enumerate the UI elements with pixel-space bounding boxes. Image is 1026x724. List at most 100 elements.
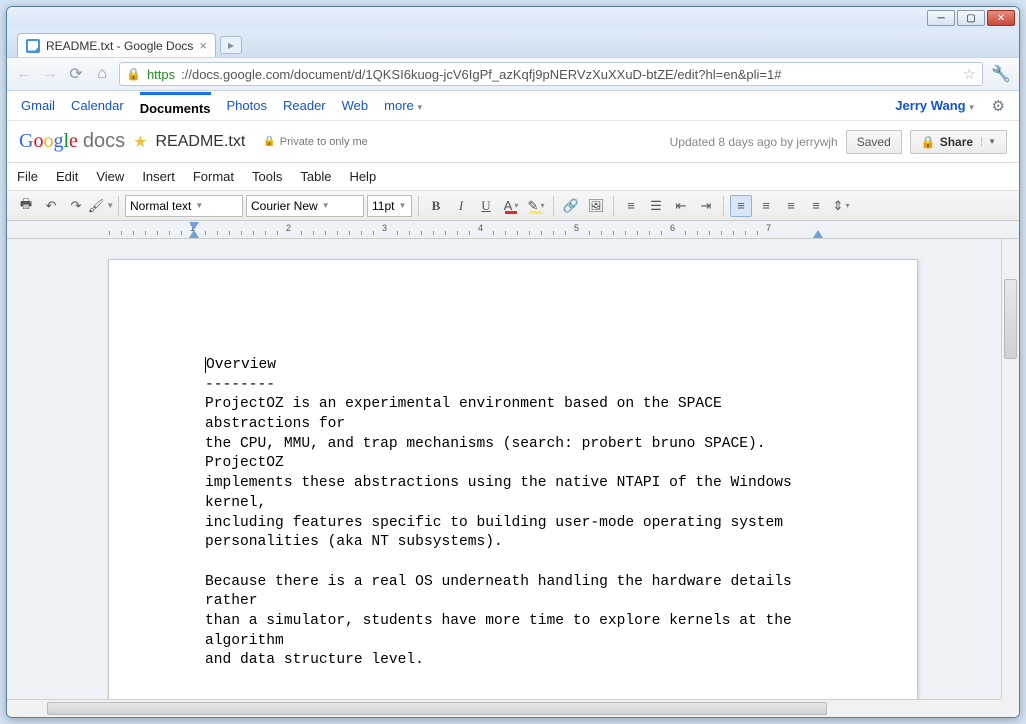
menu-bar: File Edit View Insert Format Tools Table… [7,163,1019,191]
numbered-list-button[interactable]: ≡ [620,195,642,217]
app-window: ─ ▢ ✕ README.txt - Google Docs × ▸ ← → ⟳… [6,6,1020,718]
minimize-button[interactable]: ─ [927,10,955,26]
underline-button[interactable]: U [475,195,497,217]
share-button[interactable]: 🔒 Share ▼ [910,130,1007,154]
gbar-link-documents[interactable]: Documents [140,92,211,116]
ruler-number: 6 [670,223,675,233]
decrease-indent-button[interactable]: ⇤ [670,195,692,217]
forward-button[interactable]: → [41,65,59,83]
increase-indent-button[interactable]: ⇥ [695,195,717,217]
menu-edit[interactable]: Edit [56,169,78,184]
ruler-number: 4 [478,223,483,233]
window-titlebar: ─ ▢ ✕ [7,7,1019,29]
menu-file[interactable]: File [17,169,38,184]
user-menu[interactable]: Jerry Wang▼ [895,98,975,113]
menu-help[interactable]: Help [349,169,376,184]
vertical-scrollbar[interactable] [1001,239,1019,699]
insert-image-button[interactable]: 🖼 [585,195,607,217]
align-justify-button[interactable]: ≡ [805,195,827,217]
tab-close-icon[interactable]: × [199,38,207,53]
redo-button[interactable]: ↷ [65,195,87,217]
document-text[interactable]: Overview -------- ProjectOZ is an experi… [205,356,821,671]
browser-tabstrip: README.txt - Google Docs × ▸ [7,29,1019,57]
lock-icon: 🔒 [921,135,936,149]
url-text: ://docs.google.com/document/d/1QKSI6kuog… [181,67,956,82]
document-title[interactable]: README.txt [156,133,246,151]
browser-toolbar: ← → ⟳ ⌂ 🔒 https ://docs.google.com/docum… [7,57,1019,91]
settings-gear-icon[interactable]: ⚙ [992,97,1005,115]
new-tab-button[interactable]: ▸ [220,36,242,54]
print-button[interactable]: 🖶 [15,195,37,217]
menu-insert[interactable]: Insert [142,169,175,184]
google-docs-logo[interactable]: Google docs [19,130,125,153]
chevron-down-icon: ▼ [322,201,330,210]
saved-button[interactable]: Saved [846,130,902,154]
chevron-down-icon: ▼ [398,201,406,210]
chevron-down-icon: ▾ [845,201,849,210]
tab-title: README.txt - Google Docs [46,39,193,53]
text-color-button[interactable]: A▾ [500,195,522,217]
format-toolbar: 🖶 ↶ ↷ 🖌▼ Normal text▼ Courier New▼ 11pt▼… [7,191,1019,221]
gbar-link-reader[interactable]: Reader [283,98,326,113]
ruler-number: 5 [574,223,579,233]
undo-button[interactable]: ↶ [40,195,62,217]
horizontal-scrollbar[interactable] [7,699,1001,717]
italic-button[interactable]: I [450,195,472,217]
ruler[interactable]: 1234567 [7,221,1019,239]
maximize-button[interactable]: ▢ [957,10,985,26]
address-bar[interactable]: 🔒 https ://docs.google.com/document/d/1Q… [119,62,983,86]
right-indent-marker[interactable] [813,230,823,238]
paragraph-style-select[interactable]: Normal text▼ [125,195,243,217]
wrench-menu-icon[interactable]: 🔧 [991,64,1011,84]
align-center-button[interactable]: ≡ [755,195,777,217]
bulleted-list-button[interactable]: ☰ [645,195,667,217]
chevron-down-icon: ▾ [540,201,544,210]
menu-table[interactable]: Table [300,169,331,184]
chevron-down-icon: ▼ [416,103,424,112]
menu-view[interactable]: View [96,169,124,184]
document-header: Google docs ★ README.txt 🔒 Private to on… [7,121,1019,163]
highlight-button[interactable]: ✎▾ [525,195,547,217]
chevron-down-icon: ▾ [514,201,518,210]
scrollbar-thumb[interactable] [47,702,827,715]
ruler-number: 2 [286,223,291,233]
align-left-button[interactable]: ≡ [730,195,752,217]
insert-link-button[interactable]: 🔗 [560,195,582,217]
back-button[interactable]: ← [15,65,33,83]
document-viewport: Overview -------- ProjectOZ is an experi… [7,239,1019,717]
bold-button[interactable]: B [425,195,447,217]
document-area[interactable]: Overview -------- ProjectOZ is an experi… [7,239,1019,717]
home-button[interactable]: ⌂ [93,65,111,83]
bookmark-star-icon[interactable]: ☆ [963,65,976,83]
close-button[interactable]: ✕ [987,10,1015,26]
reload-button[interactable]: ⟳ [67,64,85,84]
url-scheme: https [147,67,175,82]
gbar-link-web[interactable]: Web [342,98,369,113]
paint-format-button[interactable]: 🖌▼ [90,195,112,217]
doc-icon [26,39,40,53]
gbar-more[interactable]: more▼ [384,98,424,113]
chevron-down-icon: ▼ [968,103,976,112]
ruler-number: 3 [382,223,387,233]
chevron-down-icon: ▼ [106,201,114,210]
last-updated-text: Updated 8 days ago by jerrywjh [670,135,838,149]
chevron-down-icon[interactable]: ▼ [981,137,996,146]
line-spacing-button[interactable]: ⇕▾ [830,195,852,217]
chevron-down-icon: ▼ [195,201,203,210]
gbar-link-calendar[interactable]: Calendar [71,98,124,113]
lock-icon: 🔒 [126,67,141,81]
menu-tools[interactable]: Tools [252,169,282,184]
scrollbar-thumb[interactable] [1004,279,1017,359]
menu-format[interactable]: Format [193,169,234,184]
font-select[interactable]: Courier New▼ [246,195,364,217]
scroll-corner [1001,699,1019,717]
privacy-indicator[interactable]: 🔒 Private to only me [263,136,368,148]
font-size-select[interactable]: 11pt▼ [367,195,412,217]
align-right-button[interactable]: ≡ [780,195,802,217]
gbar-link-gmail[interactable]: Gmail [21,98,55,113]
ruler-number: 7 [766,223,771,233]
gbar-link-photos[interactable]: Photos [227,98,267,113]
browser-tab[interactable]: README.txt - Google Docs × [17,33,216,57]
star-icon[interactable]: ★ [133,132,147,152]
page[interactable]: Overview -------- ProjectOZ is an experi… [108,259,918,717]
